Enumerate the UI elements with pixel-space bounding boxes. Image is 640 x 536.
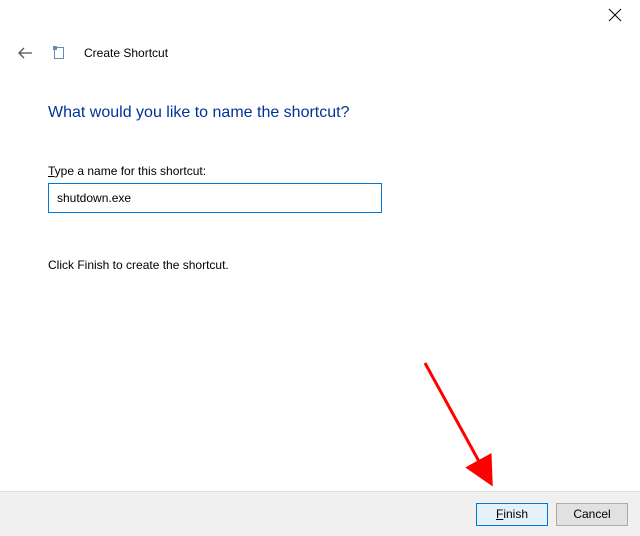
close-button[interactable] bbox=[608, 8, 622, 22]
page-heading: What would you like to name the shortcut… bbox=[48, 104, 350, 122]
shortcut-wizard-icon bbox=[52, 46, 66, 60]
label-text: ype a name for this shortcut: bbox=[55, 164, 206, 178]
cancel-label: Cancel bbox=[573, 507, 610, 521]
annotation-arrow bbox=[415, 358, 505, 488]
close-icon bbox=[608, 8, 622, 22]
back-button[interactable] bbox=[16, 44, 34, 62]
cancel-button[interactable]: Cancel bbox=[556, 503, 628, 526]
arrow-left-icon bbox=[16, 44, 34, 62]
wizard-footer: Finish Cancel bbox=[0, 491, 640, 536]
label-accelerator: T bbox=[48, 164, 55, 178]
wizard-title: Create Shortcut bbox=[84, 46, 168, 60]
finish-label-rest: inish bbox=[503, 507, 528, 521]
wizard-header: Create Shortcut bbox=[16, 44, 168, 62]
finish-button[interactable]: Finish bbox=[476, 503, 548, 526]
shortcut-name-label: Type a name for this shortcut: bbox=[48, 164, 206, 178]
instruction-text: Click Finish to create the shortcut. bbox=[48, 258, 229, 272]
shortcut-name-input[interactable] bbox=[48, 183, 382, 213]
